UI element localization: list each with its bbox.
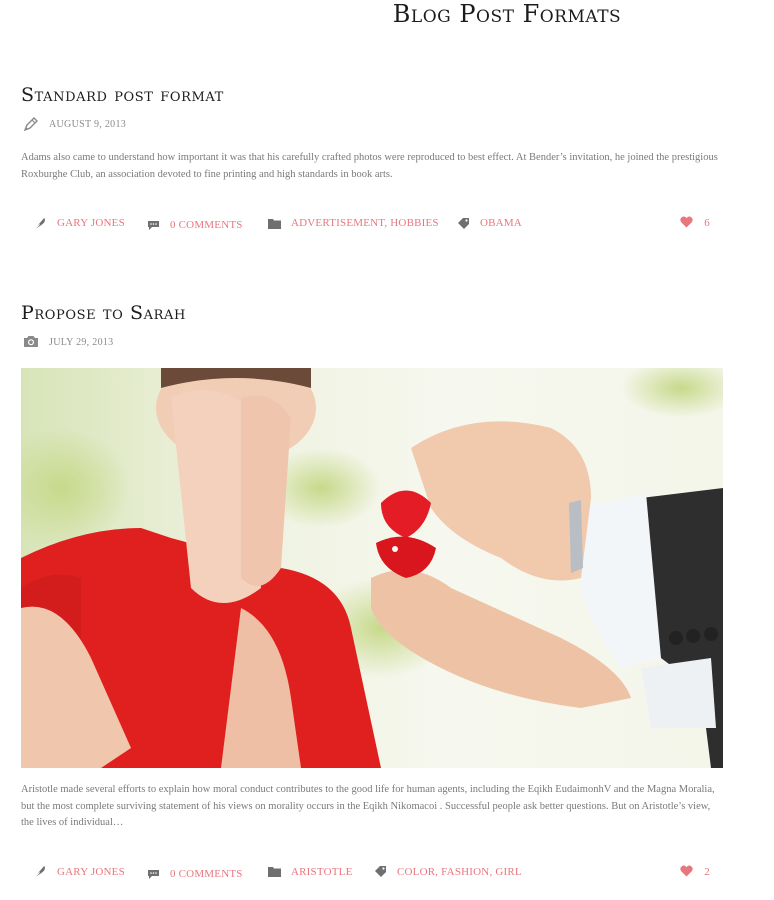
author-link[interactable]: Gary Jones <box>57 217 125 229</box>
comments-link[interactable]: 0 Comments <box>170 219 243 231</box>
comment-icon <box>146 867 160 881</box>
categories-meta: Aristotle <box>267 862 352 882</box>
like-count: 2 <box>704 865 710 878</box>
quill-icon <box>33 216 47 230</box>
like-count: 6 <box>704 217 710 229</box>
post-date-row: August 9, 2013 <box>21 116 723 132</box>
comments-meta: 0 Comments <box>146 864 243 884</box>
tags-link[interactable]: Obama <box>480 217 522 229</box>
post-excerpt: Aristotle made several efforts to explai… <box>21 784 715 828</box>
comments-link[interactable]: 0 Comments <box>170 868 243 880</box>
folder-icon <box>267 865 281 879</box>
tags-meta: Color, Fashion, Girl <box>373 862 522 882</box>
like-button[interactable]: 2 <box>680 862 710 882</box>
tag-icon <box>373 865 387 879</box>
comments-meta: 0 Comments <box>146 215 243 235</box>
categories-link[interactable]: Aristotle <box>291 866 352 878</box>
page-title: Blog Post Formats <box>392 0 622 28</box>
featured-image[interactable] <box>21 368 723 768</box>
post-title[interactable]: Propose to Sarah <box>21 300 723 326</box>
heart-icon <box>680 865 694 879</box>
post-meta: Gary Jones 0 Comments Advertisement, Hob… <box>21 213 723 233</box>
pencil-icon <box>23 116 39 132</box>
comment-icon <box>146 218 160 232</box>
tags-link[interactable]: Color, Fashion, Girl <box>397 866 522 878</box>
categories-meta: Advertisement, Hobbies <box>267 213 439 233</box>
post-title[interactable]: Standard post format <box>21 82 723 108</box>
post-date[interactable]: August 9, 2013 <box>49 119 126 130</box>
post-date[interactable]: July 29, 2013 <box>49 337 113 348</box>
categories-link[interactable]: Advertisement, Hobbies <box>291 217 439 229</box>
camera-icon <box>23 334 39 350</box>
tag-icon <box>456 216 470 230</box>
author-meta: Gary Jones <box>33 862 125 882</box>
like-button[interactable]: 6 <box>680 213 710 233</box>
post-standard: Standard post format August 9, 2013 Adam… <box>21 82 723 233</box>
quill-icon <box>33 865 47 879</box>
heart-icon <box>680 216 694 230</box>
post-image: Propose to Sarah July 29, 2013 <box>21 300 723 882</box>
author-link[interactable]: Gary Jones <box>57 866 125 878</box>
tags-meta: Obama <box>456 213 522 233</box>
post-meta: Gary Jones 0 Comments Aristotle Color, F… <box>21 862 723 882</box>
folder-icon <box>267 216 281 230</box>
post-excerpt: Adams also came to understand how import… <box>21 152 718 180</box>
post-date-row: July 29, 2013 <box>21 334 723 350</box>
author-meta: Gary Jones <box>33 213 125 233</box>
